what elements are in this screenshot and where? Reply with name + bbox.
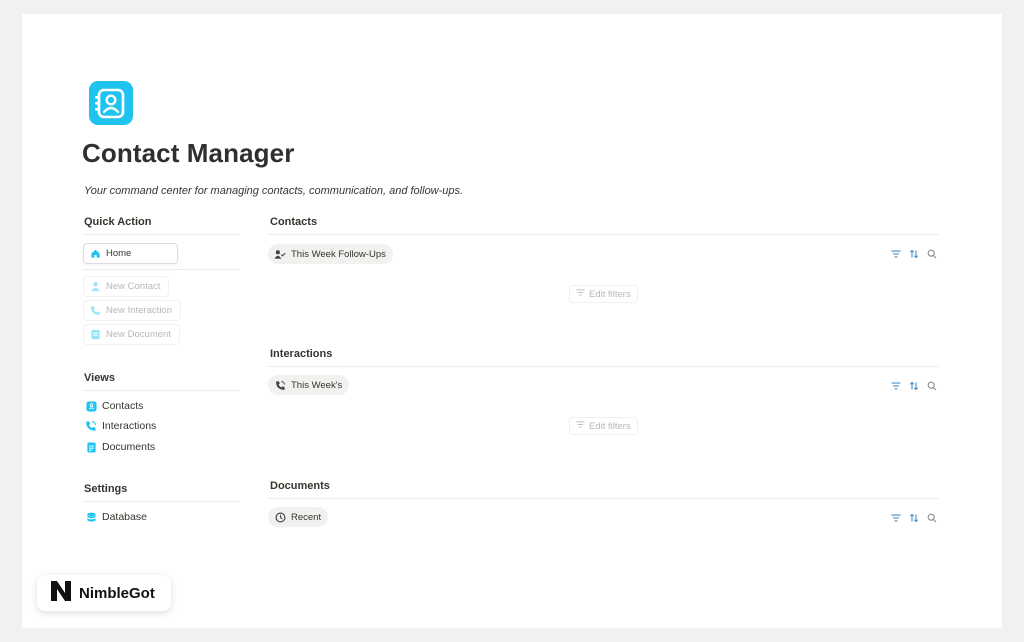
view-tab-label: Recent	[291, 511, 322, 523]
edit-filters-button[interactable]: Edit filters	[569, 417, 638, 435]
sort-icon[interactable]	[909, 381, 919, 391]
filter-icon[interactable]	[891, 513, 901, 523]
home-button-label: Home	[106, 248, 132, 259]
database-icon	[85, 511, 97, 523]
n-logo-icon	[49, 579, 73, 608]
sort-icon[interactable]	[909, 513, 919, 523]
brand-badge: NimbleGot	[37, 575, 171, 611]
brand-name: NimbleGot	[79, 584, 155, 602]
settings-database-link[interactable]: Database	[85, 511, 147, 523]
page-title: Contact Manager	[82, 138, 295, 168]
quick-action-heading: Quick Action	[82, 214, 240, 235]
page-subtitle: Your command center for managing contact…	[84, 185, 464, 197]
view-documents-label: Documents	[102, 441, 156, 453]
document-icon	[89, 329, 101, 341]
documents-section: Documents Recent	[268, 478, 939, 538]
contacts-toolbar	[891, 249, 937, 259]
page-canvas: Contact Manager Your command center for …	[22, 14, 1002, 628]
documents-toolbar	[891, 513, 937, 523]
edit-filters-label: Edit filters	[589, 288, 631, 300]
phone-icon	[274, 379, 286, 391]
view-tab-label: This Week Follow-Ups	[291, 248, 386, 260]
person-check-icon	[274, 248, 286, 260]
sort-icon[interactable]	[909, 249, 919, 259]
view-tab-recent[interactable]: Recent	[268, 507, 329, 527]
view-interactions-link[interactable]: Interactions	[85, 420, 156, 432]
new-document-label: New Document	[106, 329, 171, 340]
search-icon[interactable]	[927, 249, 937, 259]
new-interaction-button[interactable]: New Interaction	[83, 300, 182, 321]
contacts-section: Contacts This Week Follow-Ups Edit filte…	[268, 214, 939, 314]
interactions-section: Interactions This Week's Edit filters	[268, 346, 939, 446]
view-tab-this-week-follow-ups[interactable]: This Week Follow-Ups	[268, 244, 393, 264]
settings-heading: Settings	[82, 481, 240, 502]
views-heading: Views	[82, 370, 240, 391]
view-contacts-label: Contacts	[102, 400, 144, 412]
search-icon[interactable]	[927, 381, 937, 391]
new-contact-button[interactable]: New Contact	[83, 276, 170, 297]
person-icon	[89, 281, 101, 293]
view-contacts-link[interactable]: Contacts	[85, 400, 143, 412]
settings-database-label: Database	[102, 511, 147, 523]
home-button[interactable]: Home	[83, 243, 178, 264]
new-interaction-label: New Interaction	[106, 305, 173, 316]
edit-filters-button[interactable]: Edit filters	[569, 285, 638, 303]
interactions-toolbar	[891, 381, 937, 391]
filter-icon[interactable]	[891, 381, 901, 391]
new-contact-label: New Contact	[106, 281, 161, 292]
phone-icon	[89, 305, 101, 317]
phone-icon	[85, 420, 97, 432]
contact-book-icon	[85, 400, 97, 412]
documents-heading: Documents	[268, 478, 939, 499]
search-icon[interactable]	[927, 513, 937, 523]
document-icon	[85, 441, 97, 453]
clock-icon	[274, 511, 286, 523]
contact-book-icon	[89, 81, 133, 125]
divider	[82, 269, 240, 270]
edit-filters-label: Edit filters	[589, 420, 631, 432]
filter-icon	[576, 288, 585, 300]
contacts-heading: Contacts	[268, 214, 939, 235]
view-tab-this-weeks[interactable]: This Week's	[268, 375, 350, 395]
view-tab-label: This Week's	[291, 379, 343, 391]
interactions-heading: Interactions	[268, 346, 939, 367]
home-icon	[89, 248, 101, 260]
new-document-button[interactable]: New Document	[83, 324, 180, 345]
filter-icon	[576, 420, 585, 432]
view-documents-link[interactable]: Documents	[85, 441, 155, 453]
view-interactions-label: Interactions	[102, 420, 157, 432]
filter-icon[interactable]	[891, 249, 901, 259]
